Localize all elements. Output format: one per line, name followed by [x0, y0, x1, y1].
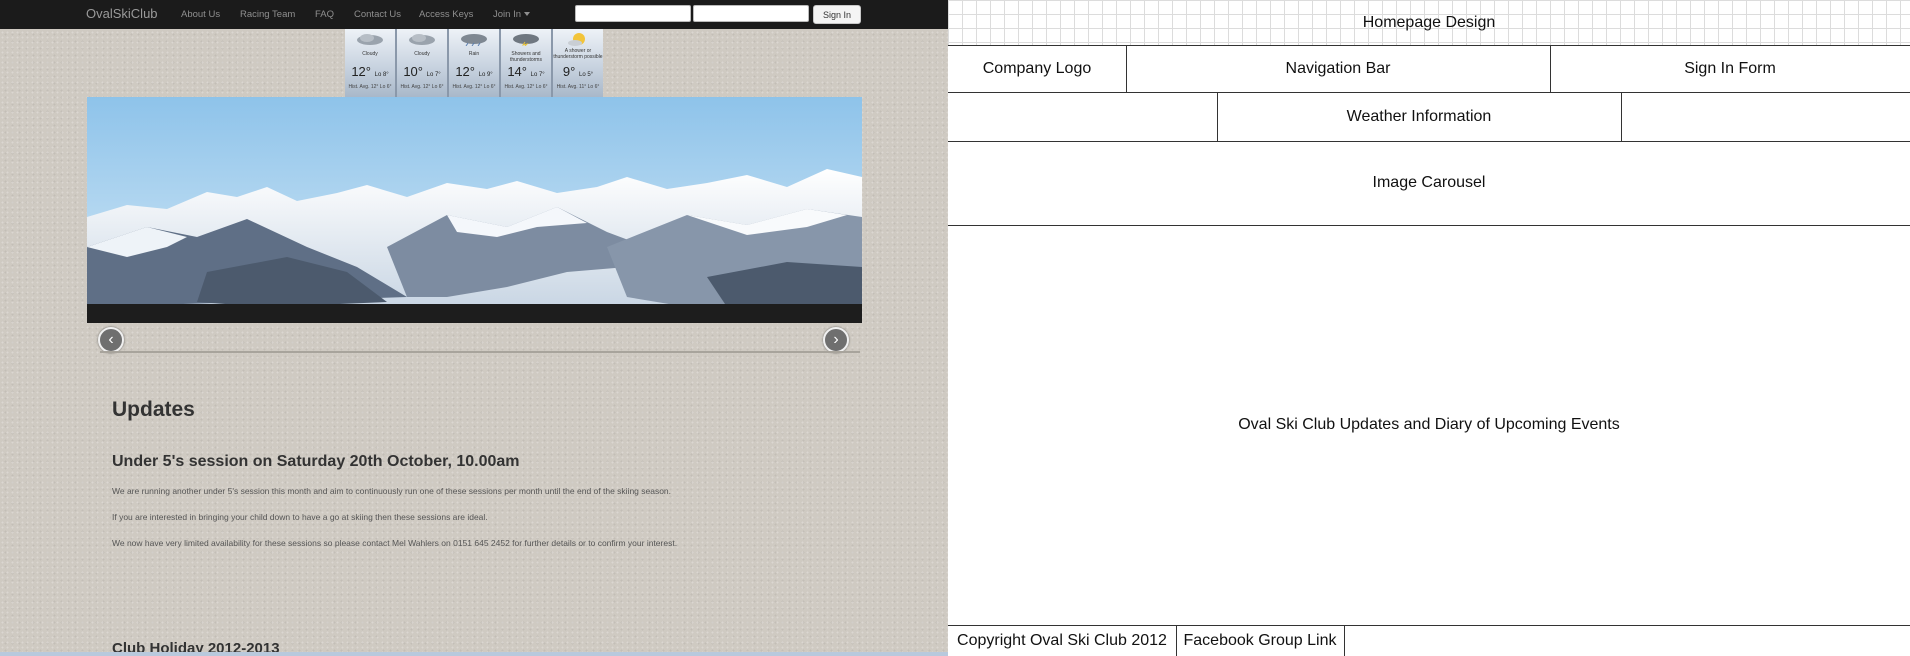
weather-low: Lo 7°: [426, 72, 441, 78]
wf-copyright: Copyright Oval Ski Club 2012: [957, 631, 1167, 649]
nav-contact-us[interactable]: Contact Us: [354, 9, 401, 20]
weather-widget: Cloudy 12° Lo 8° Hist. Avg. 12° Lo 6° Cl…: [345, 29, 603, 97]
carousel-prev-button[interactable]: ‹: [98, 327, 124, 353]
mountain-image: [87, 97, 862, 323]
post-paragraph: If you are interested in bringing your c…: [112, 512, 488, 522]
weather-condition: Cloudy: [414, 51, 430, 57]
chevron-down-icon: [524, 12, 530, 17]
wireframe-diagram: Homepage Design Company Logo Navigation …: [948, 0, 1910, 656]
top-navbar: OvalSkiClub About Us Racing Team FAQ Con…: [0, 0, 948, 29]
window-bottom-strip: [0, 652, 948, 656]
wf-company-logo: Company Logo: [982, 60, 1092, 77]
wf-image-carousel: Image Carousel: [1372, 174, 1486, 191]
weather-temp: 10° Lo 7°: [397, 64, 447, 79]
weather-hist-avg: Hist. Avg. 12° Lo 6°: [504, 84, 548, 90]
weather-high: 10°: [403, 64, 423, 79]
weather-day: Cloudy 12° Lo 8° Hist. Avg. 12° Lo 6°: [345, 29, 397, 97]
post-paragraph: We are running another under 5's session…: [112, 486, 672, 496]
weather-hist-avg: Hist. Avg. 12° Lo 6°: [452, 84, 496, 90]
weather-low: Lo 8°: [374, 72, 389, 78]
weather-day: Rain 12° Lo 9° Hist. Avg. 12° Lo 6°: [449, 29, 501, 97]
weather-temp: 9° Lo 5°: [553, 64, 603, 79]
post-title: Under 5's session on Saturday 20th Octob…: [112, 453, 520, 470]
rain-cloud-icon: [461, 34, 487, 46]
nav-racing-team[interactable]: Racing Team: [240, 9, 295, 20]
image-carousel[interactable]: [87, 97, 862, 323]
chevron-left-icon: ‹: [108, 331, 114, 348]
weather-condition: A shower or thunderstorm possible: [553, 48, 603, 60]
password-input[interactable]: [693, 5, 809, 22]
wf-divider: [1344, 625, 1345, 656]
wf-weather-information: Weather Information: [1346, 107, 1492, 125]
weather-low: Lo 9°: [478, 72, 493, 78]
weather-low: Lo 7°: [530, 72, 545, 78]
weather-condition: Cloudy: [362, 51, 378, 57]
wf-navigation-bar: Navigation Bar: [1285, 60, 1391, 77]
weather-day: Cloudy 10° Lo 7° Hist. Avg. 12° Lo 6°: [397, 29, 449, 97]
chevron-right-icon: ›: [833, 331, 839, 348]
cloud-icon: [409, 34, 435, 45]
weather-high: 14°: [507, 64, 527, 79]
carousel-divider: [100, 351, 860, 353]
cloud-icon: [357, 34, 383, 45]
website-screenshot: OvalSkiClub About Us Racing Team FAQ Con…: [0, 0, 948, 656]
weather-low: Lo 5°: [578, 72, 594, 78]
weather-temp: 14° Lo 7°: [501, 64, 551, 79]
weather-day: Showers and thunderstorms 14° Lo 7° Hist…: [501, 29, 553, 97]
sign-in-button[interactable]: Sign In: [813, 5, 861, 24]
wf-divider: [1126, 46, 1127, 92]
wf-updates: Oval Ski Club Updates and Diary of Upcom…: [1238, 416, 1620, 433]
weather-hist-avg: Hist. Avg. 11° Lo 6°: [556, 84, 600, 90]
weather-temp: 12° Lo 9°: [449, 64, 499, 79]
wireframe-title-label: Homepage Design: [1362, 13, 1496, 31]
weather-hist-avg: Hist. Avg. 12° Lo 6°: [348, 84, 392, 90]
wf-divider: [1217, 92, 1218, 141]
storm-cloud-icon: [513, 34, 539, 46]
sun-shower-icon: [568, 33, 585, 46]
weather-hist-avg: Hist. Avg. 12° Lo 6°: [400, 84, 444, 90]
wf-divider: [1621, 92, 1622, 141]
weather-high: 12°: [351, 64, 371, 79]
weather-day: A shower or thunderstorm possible 9° Lo …: [553, 29, 603, 97]
weather-high: 12°: [455, 64, 475, 79]
wf-divider: [1550, 46, 1551, 92]
weather-temp: 12° Lo 8°: [345, 64, 395, 79]
wf-sign-in-form: Sign In Form: [1684, 60, 1776, 77]
nav-join-in-label: Join In: [493, 9, 521, 20]
username-input[interactable]: [575, 5, 691, 22]
weather-condition: Showers and thunderstorms: [510, 51, 542, 63]
nav-join-in-dropdown[interactable]: Join In: [493, 9, 530, 20]
nav-access-keys[interactable]: Access Keys: [419, 9, 473, 20]
nav-about-us[interactable]: About Us: [181, 9, 220, 20]
wf-facebook-link: Facebook Group Link: [1183, 631, 1337, 649]
carousel-caption-bar: [87, 304, 862, 323]
nav-faq[interactable]: FAQ: [315, 9, 334, 20]
carousel-next-button[interactable]: ›: [823, 327, 849, 353]
post-paragraph: We now have very limited availability fo…: [112, 538, 678, 548]
wireframe-title: Homepage Design: [948, 0, 1910, 46]
weather-high: 9°: [562, 64, 576, 79]
brand-logo[interactable]: OvalSkiClub: [86, 6, 158, 21]
weather-condition: Rain: [468, 51, 480, 57]
updates-heading: Updates: [112, 398, 195, 421]
